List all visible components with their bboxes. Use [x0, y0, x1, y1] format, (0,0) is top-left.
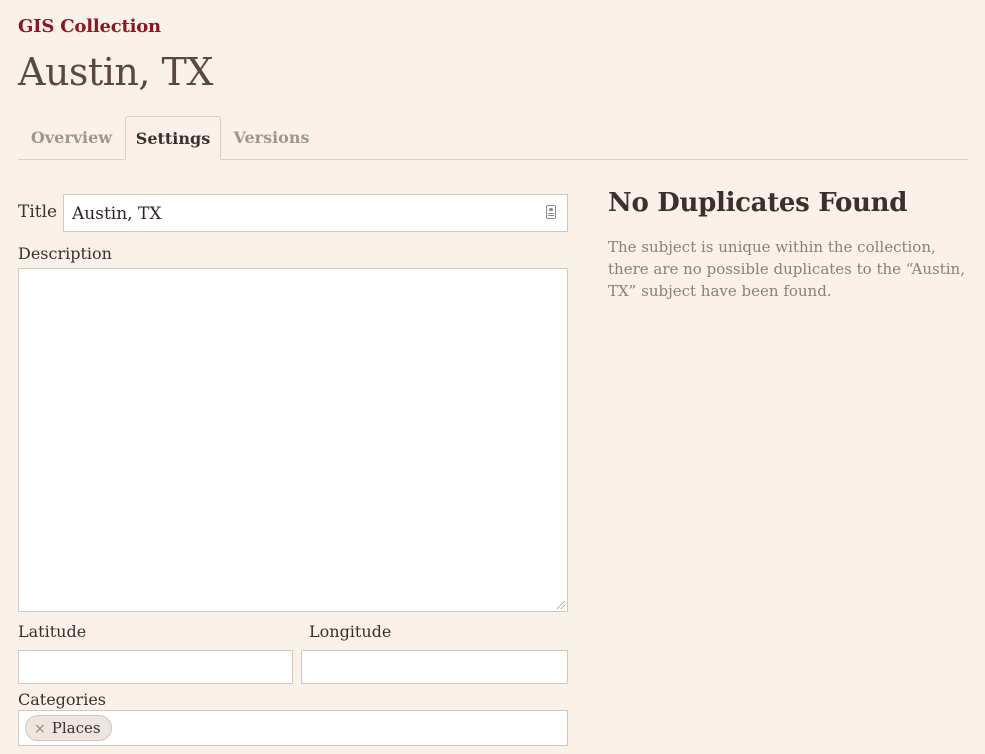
latitude-input[interactable]	[18, 650, 293, 684]
tab-overview[interactable]: Overview	[18, 116, 125, 159]
description-label: Description	[18, 244, 112, 263]
tab-bar: Overview Settings Versions	[18, 116, 968, 160]
longitude-input[interactable]	[301, 650, 568, 684]
title-input-value: Austin, TX	[72, 204, 162, 224]
description-textarea[interactable]	[18, 268, 568, 612]
collection-link[interactable]: GIS Collection	[18, 16, 161, 37]
title-label: Title	[18, 202, 58, 222]
subject-settings-page: GIS Collection Austin, TX Overview Setti…	[0, 0, 985, 754]
longitude-label: Longitude	[309, 622, 392, 641]
title-input[interactable]: Austin, TX	[63, 194, 568, 232]
contact-card-icon[interactable]	[546, 205, 556, 219]
categories-input[interactable]: × Places	[18, 710, 568, 746]
tab-versions[interactable]: Versions	[221, 116, 322, 159]
categories-label: Categories	[18, 690, 106, 709]
close-icon[interactable]: ×	[34, 721, 46, 737]
category-chip: × Places	[25, 715, 112, 741]
duplicates-heading: No Duplicates Found	[608, 188, 908, 218]
page-title: Austin, TX	[18, 50, 213, 94]
duplicates-message: The subject is unique within the collect…	[608, 238, 965, 300]
category-chip-label: Places	[51, 719, 101, 737]
latitude-label: Latitude	[18, 622, 87, 641]
tab-settings[interactable]: Settings	[125, 116, 221, 160]
resize-grip-icon[interactable]	[557, 601, 565, 609]
